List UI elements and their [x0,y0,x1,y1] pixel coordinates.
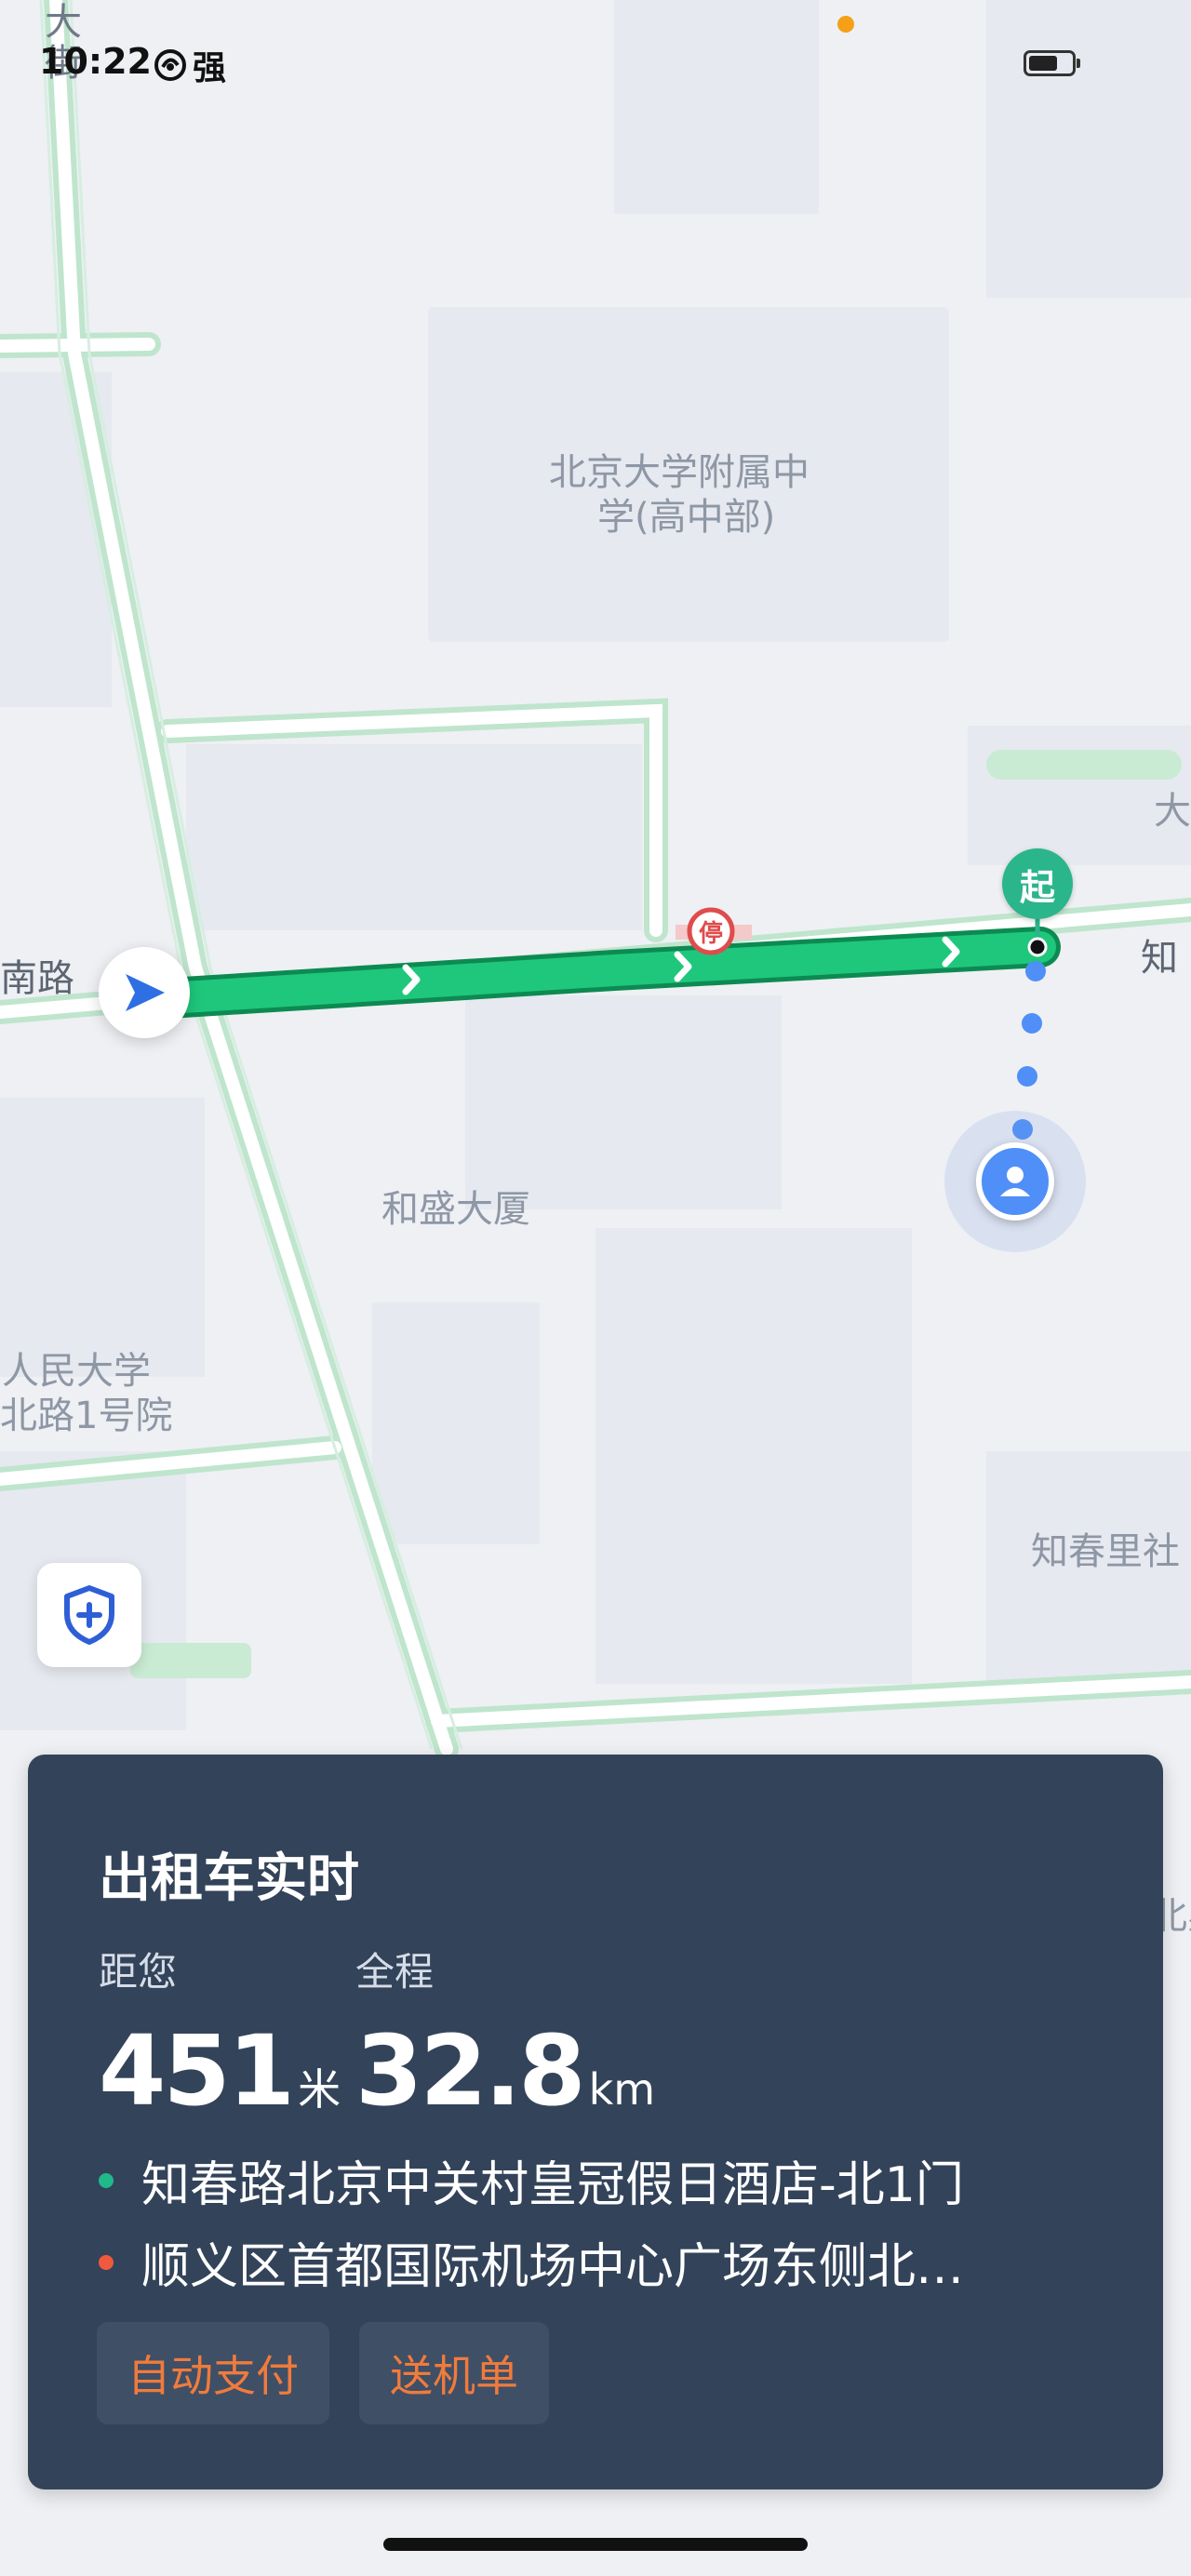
distance-stat: 距您 451 米 [99,1941,341,2128]
total-unit: km [588,2064,656,2115]
map-label-top-left: 大 [45,1,82,44]
map-label-right-edge: 大 [1154,790,1191,833]
trip-info-card[interactable]: 出租车实时 距您 451 米 全程 32.8 km 知春路北京中关村皇冠假日酒店… [28,1755,1163,2489]
safety-shield-icon [64,1585,114,1645]
dropoff-address: 顺义区首都国际机场中心广场东侧北… [99,2227,964,2297]
user-location-icon[interactable] [976,1142,1054,1221]
map-label-school: 北京大学附属中 [549,451,810,494]
total-label: 全程 [355,1949,435,1995]
network-status: 强 [154,41,226,89]
tag-airport-dropoff[interactable]: 送机单 [359,2322,549,2424]
start-pin-dot [1027,937,1048,957]
distance-unit: 米 [298,2064,341,2115]
total-value: 32.8 [355,2014,586,2128]
distance-value: 451 [99,2014,295,2128]
network-swirl-icon [154,49,186,81]
map-label-campus: 人民大学 [2,1350,151,1393]
pickup-dot-icon [99,2172,114,2188]
dropoff-dot-icon [99,2254,114,2270]
dropoff-text: 顺义区首都国际机场中心广场东侧北… [141,2239,965,2295]
start-marker: 起 [1002,848,1073,919]
network-label: 强 [193,49,227,87]
status-time: 10:22 [39,41,152,82]
battery-icon [1024,50,1080,76]
map-label-campus-line2: 北路1号院 [0,1395,173,1437]
home-indicator[interactable] [383,2538,808,2551]
tag-auto-pay[interactable]: 自动支付 [97,2322,329,2424]
safety-shield-button[interactable] [37,1563,141,1667]
total-stat: 全程 32.8 km [355,1941,655,2128]
distance-label: 距您 [99,1949,178,1995]
privacy-indicator-dot [837,16,854,33]
card-title: 出租车实时 [99,1849,359,1909]
map-label-school-line2: 学(高中部) [597,496,776,539]
map-label-community: 知春里社 [1031,1530,1180,1573]
map-label-building: 和盛大厦 [381,1188,530,1231]
stop-sign-label: 停 [699,919,723,948]
map-label-road-right: 知 [1141,937,1178,980]
map-label-road-left: 南路 [0,957,74,1000]
pickup-address: 知春路北京中关村皇冠假日酒店-北1门 [99,2145,964,2215]
pickup-text: 知春路北京中关村皇冠假日酒店-北1门 [141,2157,964,2213]
navigation-arrow-icon[interactable] [99,947,190,1038]
